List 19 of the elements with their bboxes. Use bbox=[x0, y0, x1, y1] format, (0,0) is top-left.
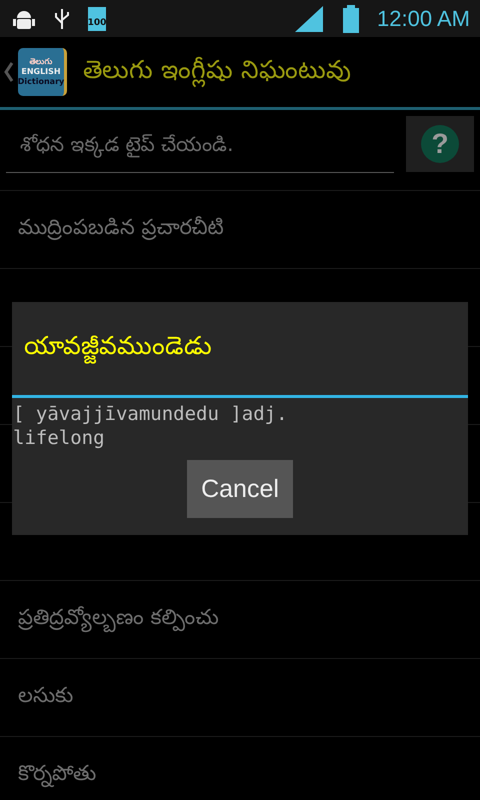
help-button[interactable]: ? bbox=[406, 116, 474, 172]
cancel-button[interactable]: Cancel bbox=[187, 460, 293, 518]
list-item[interactable]: ప్రతిద్రవ్యోల్బణం కల్పించు bbox=[0, 581, 480, 659]
app-title: తెలుగు ఇంగ్లీషు నిఘంటువు bbox=[83, 54, 351, 90]
back-chevron-icon[interactable] bbox=[4, 61, 14, 83]
battery-icon: 100 bbox=[88, 6, 106, 30]
search-field[interactable]: శోధన ఇక్కడ టైప్ చేయండి. bbox=[6, 116, 394, 173]
dialog-message: [ yāvajjīvamundedu ]adj. lifelong bbox=[12, 402, 289, 450]
list-item[interactable]: ముద్రింపబడిన ప్రచారచీటి bbox=[0, 191, 480, 269]
logo-text: తెలుగు bbox=[30, 57, 52, 67]
dialog-title: యావజ్జీవముండెడు bbox=[24, 331, 212, 366]
battery-icon bbox=[343, 4, 360, 32]
clock-time: 12:00 AM bbox=[377, 6, 470, 32]
logo-text: ENGLISH bbox=[21, 67, 61, 77]
list-item[interactable]: లసుకు bbox=[0, 659, 480, 737]
logo-text: Dictionary bbox=[18, 77, 64, 87]
usb-icon bbox=[54, 6, 70, 30]
signal-icon bbox=[295, 6, 326, 32]
list-item[interactable]: కొర్నపోతు bbox=[0, 737, 480, 800]
